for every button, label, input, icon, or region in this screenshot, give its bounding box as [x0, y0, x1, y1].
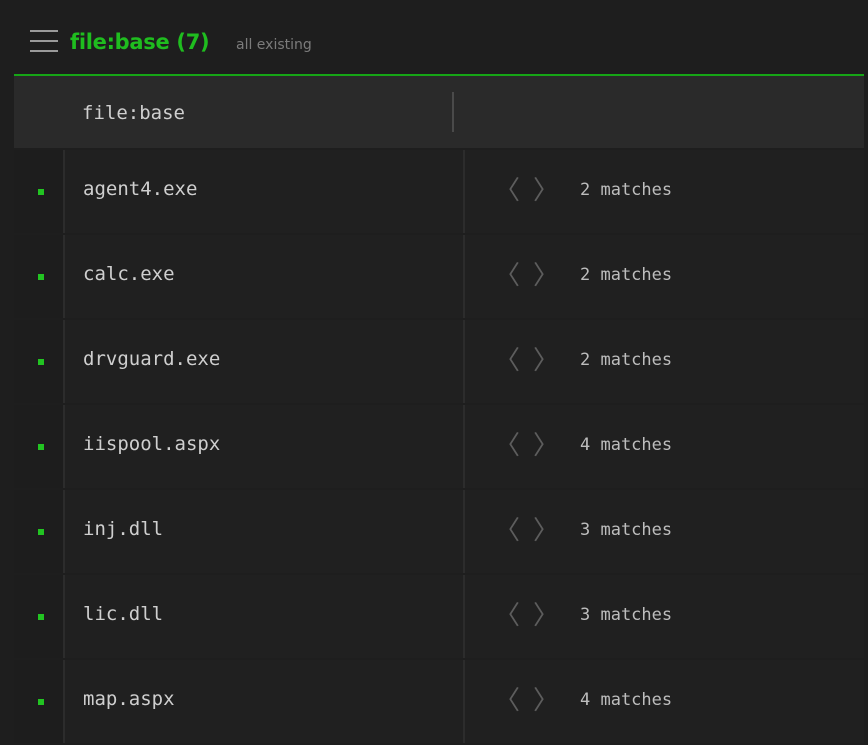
row-indicator-cell — [14, 490, 65, 573]
row-name-cell: lic.dll — [67, 575, 465, 658]
chevron-right-icon[interactable]: 〉 — [533, 686, 559, 716]
row-matches-cell: 〈 〉 4 matches — [467, 660, 864, 743]
panel-title: file:base (7) — [70, 30, 210, 54]
status-dot-icon — [38, 529, 44, 535]
chevron-right-icon[interactable]: 〉 — [533, 176, 559, 206]
row-name-cell: inj.dll — [67, 490, 465, 573]
match-count: 4 matches — [580, 435, 673, 455]
file-name: iispool.aspx — [83, 433, 221, 455]
status-dot-icon — [38, 359, 44, 365]
chevron-left-icon[interactable]: 〈 — [494, 346, 520, 376]
row-name-cell: agent4.exe — [67, 150, 465, 233]
chevron-right-icon[interactable]: 〉 — [533, 601, 559, 631]
match-count: 2 matches — [580, 180, 673, 200]
row-matches-cell: 〈 〉 2 matches — [467, 235, 864, 318]
row-indicator-cell — [14, 320, 65, 403]
chevron-left-icon[interactable]: 〈 — [494, 686, 520, 716]
file-name: drvguard.exe — [83, 348, 221, 370]
row-indicator-cell — [14, 235, 65, 318]
row-name-cell: drvguard.exe — [67, 320, 465, 403]
status-dot-icon — [38, 189, 44, 195]
chevron-left-icon[interactable]: 〈 — [494, 601, 520, 631]
file-name: lic.dll — [83, 603, 164, 625]
chevron-left-icon[interactable]: 〈 — [494, 261, 520, 291]
table-row[interactable]: iispool.aspx 〈 〉 4 matches — [14, 405, 864, 488]
match-count: 3 matches — [580, 605, 673, 625]
chevron-right-icon[interactable]: 〉 — [533, 261, 559, 291]
chevron-left-icon[interactable]: 〈 — [494, 516, 520, 546]
chevron-left-icon[interactable]: 〈 — [494, 176, 520, 206]
table-row[interactable]: agent4.exe 〈 〉 2 matches — [14, 150, 864, 233]
table-row[interactable]: calc.exe 〈 〉 2 matches — [14, 235, 864, 318]
row-matches-cell: 〈 〉 2 matches — [467, 320, 864, 403]
row-matches-cell: 〈 〉 3 matches — [467, 575, 864, 658]
match-count: 3 matches — [580, 520, 673, 540]
table-row[interactable]: drvguard.exe 〈 〉 2 matches — [14, 320, 864, 403]
match-count: 4 matches — [580, 690, 673, 710]
status-dot-icon — [38, 614, 44, 620]
column-header: file:base — [14, 76, 864, 148]
hamburger-menu-icon[interactable] — [30, 30, 58, 52]
match-count: 2 matches — [580, 350, 673, 370]
chevron-right-icon[interactable]: 〉 — [533, 516, 559, 546]
status-dot-icon — [38, 444, 44, 450]
file-name: calc.exe — [83, 263, 175, 285]
table-row[interactable]: inj.dll 〈 〉 3 matches — [14, 490, 864, 573]
chevron-left-icon[interactable]: 〈 — [494, 431, 520, 461]
row-indicator-cell — [14, 150, 65, 233]
row-matches-cell: 〈 〉 2 matches — [467, 150, 864, 233]
row-matches-cell: 〈 〉 4 matches — [467, 405, 864, 488]
row-indicator-cell — [14, 660, 65, 743]
table-row[interactable]: lic.dll 〈 〉 3 matches — [14, 575, 864, 658]
row-indicator-cell — [14, 405, 65, 488]
column-resize-handle[interactable] — [452, 92, 454, 132]
chevron-right-icon[interactable]: 〉 — [533, 431, 559, 461]
row-matches-cell: 〈 〉 3 matches — [467, 490, 864, 573]
column-header-name[interactable]: file:base — [82, 102, 185, 124]
chevron-right-icon[interactable]: 〉 — [533, 346, 559, 376]
results-list: agent4.exe 〈 〉 2 matches calc.exe 〈 〉 2 … — [14, 150, 864, 745]
match-count: 2 matches — [580, 265, 673, 285]
row-name-cell: calc.exe — [67, 235, 465, 318]
status-dot-icon — [38, 274, 44, 280]
table-row[interactable]: map.aspx 〈 〉 4 matches — [14, 660, 864, 743]
row-name-cell: map.aspx — [67, 660, 465, 743]
results-panel: file:base (7) all existing file:base age… — [0, 0, 868, 744]
panel-header: file:base (7) all existing — [14, 0, 864, 76]
status-dot-icon — [38, 699, 44, 705]
file-name: inj.dll — [83, 518, 164, 540]
file-name: agent4.exe — [83, 178, 198, 200]
file-name: map.aspx — [83, 688, 175, 710]
row-indicator-cell — [14, 575, 65, 658]
row-name-cell: iispool.aspx — [67, 405, 465, 488]
panel-subtitle: all existing — [236, 37, 312, 53]
